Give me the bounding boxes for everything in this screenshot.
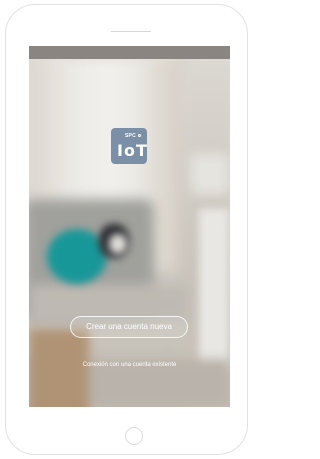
logo-brand-text: SPC (125, 133, 136, 139)
app-screen: SPC IoT Crear una cuenta nueva Conexión … (29, 46, 230, 407)
app-logo: SPC IoT (111, 128, 147, 164)
background-photo: SPC IoT Crear una cuenta nueva Conexión … (29, 59, 230, 407)
logo-dot-icon (138, 134, 141, 137)
logo-product-text: IoT (117, 141, 148, 160)
phone-speaker (111, 31, 151, 32)
status-bar (29, 46, 230, 59)
create-account-button[interactable]: Crear una cuenta nueva (70, 316, 188, 338)
home-button[interactable] (125, 427, 143, 445)
login-existing-account-link[interactable]: Conexión con una cuenta existente (39, 359, 220, 371)
background-overlay (29, 59, 230, 407)
